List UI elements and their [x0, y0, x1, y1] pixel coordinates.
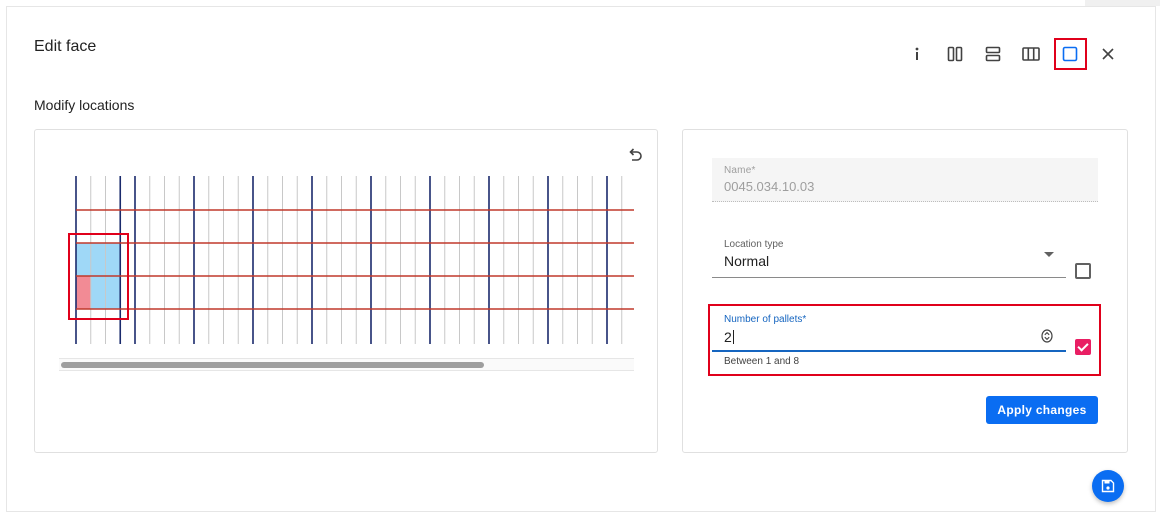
scrollbar-thumb[interactable]	[61, 362, 484, 368]
grid-cell-selected	[90, 243, 106, 276]
location-type-checkbox[interactable]	[1075, 263, 1091, 279]
name-field: Name* 0045.034.10.03	[712, 158, 1098, 202]
close-icon[interactable]	[1094, 40, 1122, 68]
grid-cell-selected	[90, 276, 106, 309]
save-button[interactable]	[1092, 470, 1124, 502]
pallets-checkbox[interactable]	[1075, 339, 1091, 355]
name-value: 0045.034.10.03	[724, 179, 815, 194]
pallets-value[interactable]: 2	[724, 329, 734, 345]
three-columns-icon[interactable]	[1017, 40, 1045, 68]
grid-cell-alert	[76, 276, 91, 309]
apply-changes-button[interactable]: Apply changes	[986, 396, 1098, 424]
horizontal-scrollbar[interactable]	[59, 358, 634, 371]
two-rows-icon[interactable]	[979, 40, 1007, 68]
grid-cell-selected	[105, 243, 121, 276]
save-icon	[1101, 479, 1115, 493]
single-frame-icon[interactable]	[1056, 40, 1084, 68]
location-type-value: Normal	[724, 253, 770, 269]
grid-cell-selected	[105, 276, 121, 309]
info-icon[interactable]	[903, 40, 931, 68]
pallets-input[interactable]: Number of pallets* 2	[712, 306, 1066, 352]
dialog-title: Edit face	[34, 38, 97, 55]
name-label: Name*	[724, 165, 756, 176]
locations-grid[interactable]	[59, 176, 634, 344]
pallets-label: Number of pallets*	[724, 314, 807, 325]
dropdown-arrow-icon[interactable]	[1044, 252, 1054, 257]
pallets-hint: Between 1 and 8	[724, 356, 800, 367]
section-title: Modify locations	[34, 97, 135, 113]
stepper-icon[interactable]	[1041, 329, 1053, 343]
grid-cell-selected	[76, 243, 91, 276]
two-columns-icon[interactable]	[941, 40, 969, 68]
location-type-label: Location type	[724, 239, 784, 250]
location-type-select[interactable]: Location type Normal	[712, 230, 1066, 278]
undo-icon[interactable]	[626, 146, 644, 164]
